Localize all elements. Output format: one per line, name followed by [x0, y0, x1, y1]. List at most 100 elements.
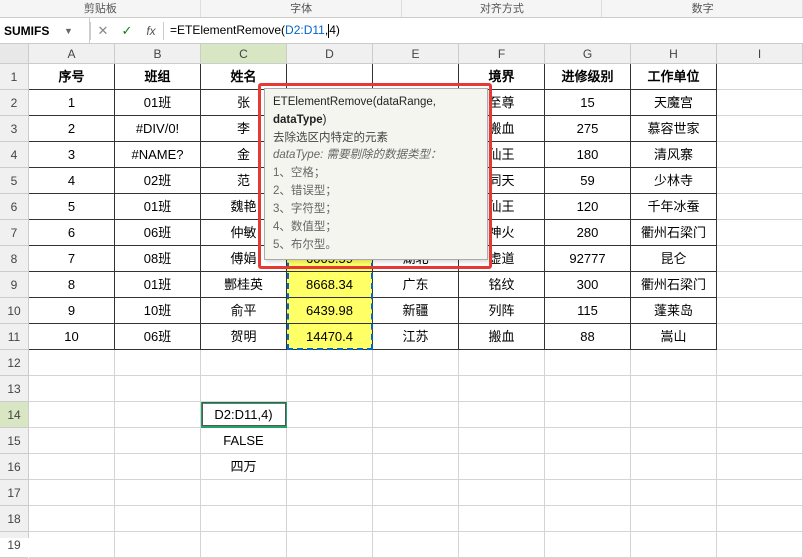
cell[interactable]	[373, 480, 459, 506]
cell[interactable]	[287, 532, 373, 558]
cell[interactable]	[201, 532, 287, 558]
cell[interactable]	[29, 376, 115, 402]
cell[interactable]	[717, 532, 803, 558]
name-box[interactable]: ▼	[0, 18, 90, 43]
cell[interactable]	[717, 506, 803, 532]
cell[interactable]	[545, 480, 631, 506]
cell[interactable]	[459, 402, 545, 428]
cell[interactable]: 280	[545, 220, 631, 246]
cell[interactable]	[29, 454, 115, 480]
cell[interactable]	[29, 532, 115, 558]
row-header[interactable]: 8	[0, 246, 28, 272]
cell[interactable]: 班组	[115, 64, 201, 90]
cell[interactable]	[545, 376, 631, 402]
cell[interactable]: 铭纹	[459, 272, 545, 298]
row-header[interactable]: 12	[0, 350, 28, 376]
cell[interactable]	[201, 376, 287, 402]
cell[interactable]: 14470.4	[287, 324, 373, 350]
cell[interactable]: 姓名	[201, 64, 287, 90]
cell[interactable]	[717, 194, 803, 220]
cell[interactable]	[287, 428, 373, 454]
cell[interactable]	[717, 298, 803, 324]
cell[interactable]: 新疆	[373, 298, 459, 324]
cell[interactable]	[717, 64, 803, 90]
fx-icon[interactable]: fx	[139, 24, 163, 38]
cell[interactable]	[717, 454, 803, 480]
cell[interactable]	[115, 454, 201, 480]
cell[interactable]	[459, 350, 545, 376]
cell[interactable]	[373, 454, 459, 480]
col-header[interactable]: B	[115, 44, 201, 63]
row-header[interactable]: 6	[0, 194, 28, 220]
col-header[interactable]: C	[201, 44, 287, 63]
cell[interactable]	[115, 350, 201, 376]
cell[interactable]: 俞平	[201, 298, 287, 324]
cell[interactable]: 10班	[115, 298, 201, 324]
col-header[interactable]: I	[717, 44, 803, 63]
cell[interactable]: 贺明	[201, 324, 287, 350]
cell[interactable]: 4	[29, 168, 115, 194]
cell[interactable]	[373, 428, 459, 454]
cell[interactable]	[717, 376, 803, 402]
row-header[interactable]: 11	[0, 324, 28, 350]
cell[interactable]: #NAME?	[115, 142, 201, 168]
cell[interactable]	[717, 480, 803, 506]
row-header[interactable]: 3	[0, 116, 28, 142]
row-header[interactable]: 14	[0, 402, 28, 428]
name-box-input[interactable]	[4, 24, 64, 38]
cell[interactable]: 6439.98	[287, 298, 373, 324]
cell[interactable]	[287, 64, 373, 90]
cell[interactable]: 08班	[115, 246, 201, 272]
cell[interactable]	[545, 454, 631, 480]
cell[interactable]	[287, 454, 373, 480]
cell[interactable]: 7	[29, 246, 115, 272]
namebox-dropdown-icon[interactable]: ▼	[64, 26, 73, 36]
cell[interactable]	[545, 506, 631, 532]
cell[interactable]	[545, 428, 631, 454]
cell[interactable]: 千年冰蚕	[631, 194, 717, 220]
cell[interactable]	[545, 402, 631, 428]
row-header[interactable]: 10	[0, 298, 28, 324]
cell[interactable]	[459, 480, 545, 506]
cell[interactable]: 境界	[459, 64, 545, 90]
cell[interactable]	[631, 428, 717, 454]
cell[interactable]: 06班	[115, 324, 201, 350]
cell[interactable]: 进修级别	[545, 64, 631, 90]
cell[interactable]: 88	[545, 324, 631, 350]
cell[interactable]	[717, 168, 803, 194]
cell[interactable]	[115, 428, 201, 454]
cell[interactable]	[717, 402, 803, 428]
cell[interactable]: 2	[29, 116, 115, 142]
cell[interactable]: 01班	[115, 272, 201, 298]
row-header[interactable]: 13	[0, 376, 28, 402]
cell[interactable]	[545, 350, 631, 376]
cell[interactable]: 1	[29, 90, 115, 116]
row-header[interactable]: 1	[0, 64, 28, 90]
confirm-icon[interactable]: ✓	[115, 23, 139, 39]
cell[interactable]: 9	[29, 298, 115, 324]
cell[interactable]	[115, 376, 201, 402]
cell[interactable]: 江苏	[373, 324, 459, 350]
cell[interactable]: 昆仑	[631, 246, 717, 272]
cell[interactable]	[373, 506, 459, 532]
cell[interactable]: 嵩山	[631, 324, 717, 350]
cell[interactable]	[115, 506, 201, 532]
row-header[interactable]: 7	[0, 220, 28, 246]
cell[interactable]	[373, 64, 459, 90]
cell[interactable]: 01班	[115, 194, 201, 220]
cell[interactable]	[373, 402, 459, 428]
row-header[interactable]: 16	[0, 454, 28, 480]
cell[interactable]: 5	[29, 194, 115, 220]
cell[interactable]	[631, 506, 717, 532]
cell[interactable]: #DIV/0!	[115, 116, 201, 142]
cell[interactable]	[29, 402, 115, 428]
cell[interactable]: 四万	[201, 454, 287, 480]
cell[interactable]: 180	[545, 142, 631, 168]
cell[interactable]: 06班	[115, 220, 201, 246]
cell[interactable]	[459, 376, 545, 402]
cell[interactable]	[201, 350, 287, 376]
cell[interactable]	[717, 246, 803, 272]
cell[interactable]: 序号	[29, 64, 115, 90]
cell[interactable]	[115, 532, 201, 558]
row-header[interactable]: 15	[0, 428, 28, 454]
